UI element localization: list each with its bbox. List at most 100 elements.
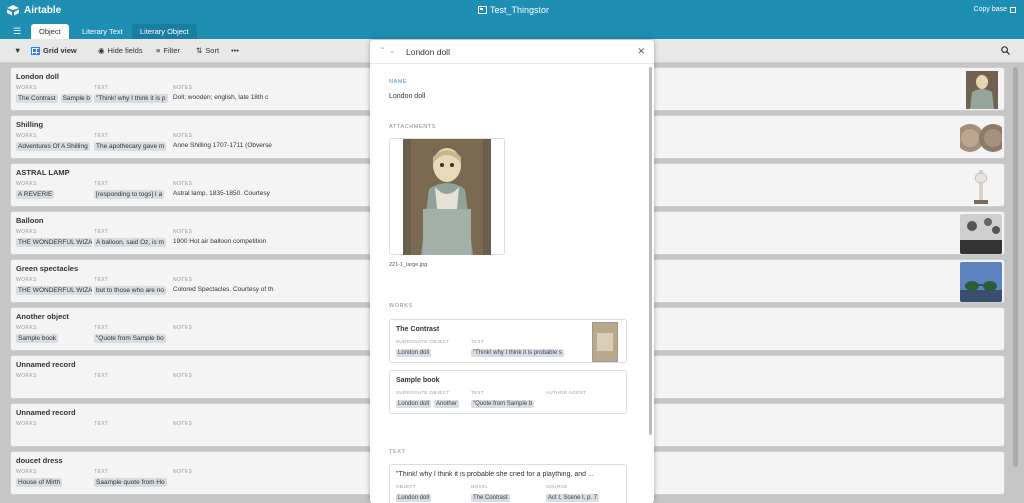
record-nav[interactable]: ⌃⌄ bbox=[379, 46, 398, 55]
record-title: Shilling bbox=[16, 120, 44, 129]
modal-scrollbar[interactable] bbox=[649, 67, 652, 435]
attachment-thumbnail[interactable] bbox=[389, 138, 505, 255]
works-chip: A REVERIE bbox=[16, 190, 55, 199]
notes-value: Colored Spectacles. Courtesy of th bbox=[173, 286, 274, 293]
more-options-button[interactable]: ••• bbox=[231, 46, 239, 55]
filter-icon: ≡ bbox=[156, 46, 161, 55]
works-chip: House of Mirth bbox=[16, 478, 63, 487]
chevron-up-icon[interactable]: ⌃ bbox=[379, 46, 389, 55]
tab-object[interactable]: Object bbox=[31, 24, 69, 39]
chevron-down-icon[interactable]: ⌄ bbox=[389, 46, 399, 55]
modal-header: ⌃⌄ London doll ✕ bbox=[370, 40, 654, 64]
base-title[interactable]: Test_Thingstor bbox=[478, 5, 549, 15]
works-value: Adventures Of A Shilling bbox=[16, 142, 92, 151]
works-label: WORKS bbox=[389, 303, 413, 309]
surrogate-object-chip: London doll bbox=[396, 349, 432, 357]
linked-work-title: The Contrast bbox=[396, 326, 440, 333]
field-label-text: TEXT bbox=[94, 181, 109, 187]
field-label-notes: NOTES bbox=[173, 181, 193, 187]
sort-button[interactable]: ⇅ Sort bbox=[196, 46, 219, 55]
field-label-works: WORKS bbox=[16, 85, 37, 91]
linked-work-card[interactable]: Sample book SURROGATE OBJECT TEXT AUTHOR… bbox=[389, 370, 627, 414]
base-icon bbox=[478, 6, 487, 14]
notes-value: Astral lamp, 1835-1850. Courtesy bbox=[173, 190, 270, 197]
works-value: A REVERIE bbox=[16, 190, 92, 199]
text-chip: The apothecary gave m bbox=[94, 142, 167, 151]
field-label-works: WORKS bbox=[16, 325, 37, 331]
doll-image bbox=[403, 139, 491, 255]
text-label: TEXT bbox=[389, 449, 406, 455]
text-chip: "Think! why I think it is p bbox=[94, 94, 168, 103]
text-chip: Saample quote from Ho bbox=[94, 478, 167, 487]
text-value: A balloon, said Oz, is m bbox=[94, 238, 170, 247]
record-thumbnail[interactable] bbox=[960, 214, 1002, 254]
source-chip: Act I, Scene I, p. 7 bbox=[546, 494, 600, 502]
field-label-notes: NOTES bbox=[173, 229, 193, 235]
attachment-filename: 221-1_large.jpg bbox=[389, 262, 428, 268]
airtable-logo[interactable]: Airtable bbox=[6, 4, 61, 16]
grid-scrollbar[interactable] bbox=[1013, 67, 1018, 467]
tab-literary-object[interactable]: Literary Object bbox=[132, 24, 197, 39]
field-label-notes: NOTES bbox=[173, 469, 193, 475]
linked-text-card[interactable]: "Think! why I think it is probable she c… bbox=[389, 464, 627, 503]
views-toggle-icon[interactable]: ▼ bbox=[14, 46, 21, 55]
record-title: ASTRAL LAMP bbox=[16, 168, 70, 177]
grid-view-button[interactable]: Grid view bbox=[31, 46, 77, 55]
field-label: NOVEL bbox=[471, 484, 489, 489]
search-icon[interactable] bbox=[1001, 46, 1010, 55]
text-value: but to those who are no bbox=[94, 286, 170, 295]
filter-button[interactable]: ≡ Filter bbox=[156, 46, 180, 55]
surrogate-object-chip: London doll bbox=[396, 400, 432, 408]
record-title: Green spectacles bbox=[16, 264, 79, 273]
works-chip: Sample b bbox=[60, 94, 92, 103]
record-thumbnail[interactable] bbox=[960, 166, 1002, 206]
surrogate-object-chip: Another bbox=[434, 400, 460, 408]
record-thumbnail[interactable] bbox=[960, 118, 1002, 158]
eye-icon: ◉ bbox=[98, 46, 105, 55]
sort-icon: ⇅ bbox=[196, 46, 203, 55]
hamburger-menu-icon[interactable]: ☰ bbox=[13, 26, 21, 37]
field-label-text: TEXT bbox=[94, 277, 109, 283]
field-label-works: WORKS bbox=[16, 181, 37, 187]
text-chip: but to those who are no bbox=[94, 286, 166, 295]
text-chip: "Quote from Sample b bbox=[471, 400, 535, 408]
object-chip: London doll bbox=[396, 494, 432, 502]
field-label: SURROGATE OBJECT bbox=[396, 390, 450, 395]
text-chip: [responding to togs] I a bbox=[94, 190, 165, 199]
text-value: Saample quote from Ho bbox=[94, 478, 170, 487]
copy-base-button[interactable]: Copy base bbox=[974, 6, 1016, 13]
text-chip: "Quote from Sample bo bbox=[94, 334, 166, 343]
name-field-value[interactable]: London doll bbox=[389, 93, 425, 100]
record-thumbnail[interactable] bbox=[960, 70, 1002, 110]
close-icon[interactable]: ✕ bbox=[637, 46, 645, 57]
field-label-text: TEXT bbox=[94, 133, 109, 139]
record-thumbnail[interactable] bbox=[960, 262, 1002, 302]
notes-value: Doll; wooden; english, late 18th c bbox=[173, 94, 269, 101]
works-chip: Adventures Of A Shilling bbox=[16, 142, 90, 151]
record-title: Unnamed record bbox=[16, 408, 76, 417]
tab-bar: ☰ Object Literary Text Literary Object bbox=[0, 22, 1024, 39]
text-value: "Quote from Sample bo bbox=[94, 334, 170, 343]
tab-literary-text[interactable]: Literary Text bbox=[74, 24, 131, 39]
grid-icon bbox=[31, 46, 40, 55]
hide-fields-button[interactable]: ◉ Hide fields bbox=[98, 46, 143, 55]
field-label-works: WORKS bbox=[16, 229, 37, 235]
field-label-text: TEXT bbox=[94, 373, 109, 379]
app-name: Airtable bbox=[24, 4, 62, 16]
works-value: Sample book bbox=[16, 334, 92, 343]
field-label-text: TEXT bbox=[94, 469, 109, 475]
linked-work-card[interactable]: The Contrast SURROGATE OBJECT TEXT Londo… bbox=[389, 319, 627, 363]
field-label-notes: NOTES bbox=[173, 373, 193, 379]
copy-icon bbox=[1010, 6, 1016, 13]
field-label: AUTHOR AGENT bbox=[546, 390, 587, 395]
modal-title: London doll bbox=[406, 47, 450, 57]
field-label: TEXT bbox=[471, 339, 485, 344]
works-chip: Sample book bbox=[16, 334, 58, 343]
text-value: "Think! why I think it is p bbox=[94, 94, 170, 103]
airtable-logo-icon bbox=[7, 5, 19, 16]
field-label-works: WORKS bbox=[16, 421, 37, 427]
record-title: Another object bbox=[16, 312, 69, 321]
field-label-works: WORKS bbox=[16, 469, 37, 475]
works-value: THE WONDERFUL WIZA bbox=[16, 286, 92, 295]
field-label-text: TEXT bbox=[94, 85, 109, 91]
